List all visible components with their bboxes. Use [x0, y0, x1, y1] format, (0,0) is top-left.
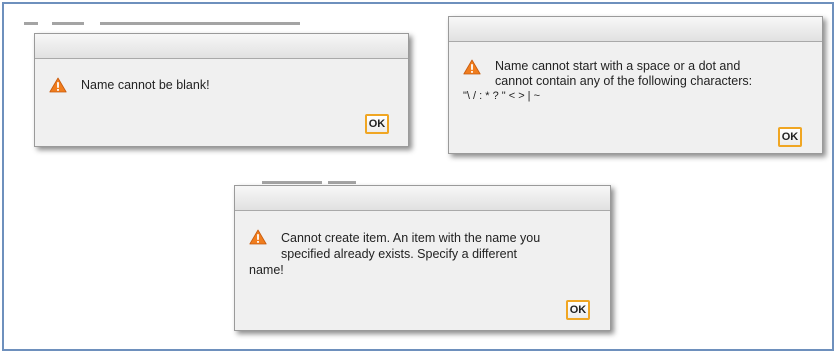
background-text-fragment: [100, 22, 300, 25]
message-line: cannot contain any of the following char…: [495, 74, 753, 88]
message-line: Name cannot start with a space or a dot …: [495, 59, 741, 73]
message-line: specified already exists. Specify a diff…: [281, 247, 518, 261]
warning-icon: [49, 77, 67, 93]
background-text-fragment: [24, 22, 38, 25]
message-line: Cannot create item. An item with the nam…: [281, 231, 541, 245]
dialog-message: Cannot create item. An item with the nam…: [249, 230, 540, 278]
background-text-fragment: [262, 181, 322, 184]
dialog-title-bar[interactable]: [235, 186, 610, 211]
message-line: name!: [249, 263, 284, 277]
blank-name-dialog: Name cannot be blank! OK: [34, 33, 409, 147]
screenshot-frame: Name cannot be blank! OK Name cannot sta…: [2, 2, 834, 351]
ok-button[interactable]: OK: [778, 127, 802, 147]
ok-button[interactable]: OK: [566, 300, 590, 320]
dialog-message: Name cannot start with a space or a dot …: [463, 59, 752, 104]
message-line: "\ / : * ? " < > | ~: [463, 90, 541, 102]
background-text-fragment: [52, 22, 84, 25]
ok-button[interactable]: OK: [365, 114, 389, 134]
message-line: Name cannot be blank!: [81, 78, 210, 92]
invalid-characters-dialog: Name cannot start with a space or a dot …: [448, 16, 823, 154]
background-text-fragment: [328, 181, 356, 184]
dialog-title-bar[interactable]: [35, 34, 408, 59]
dialog-message: Name cannot be blank!: [81, 78, 210, 93]
duplicate-name-dialog: Cannot create item. An item with the nam…: [234, 185, 611, 331]
dialog-title-bar[interactable]: [449, 17, 822, 42]
